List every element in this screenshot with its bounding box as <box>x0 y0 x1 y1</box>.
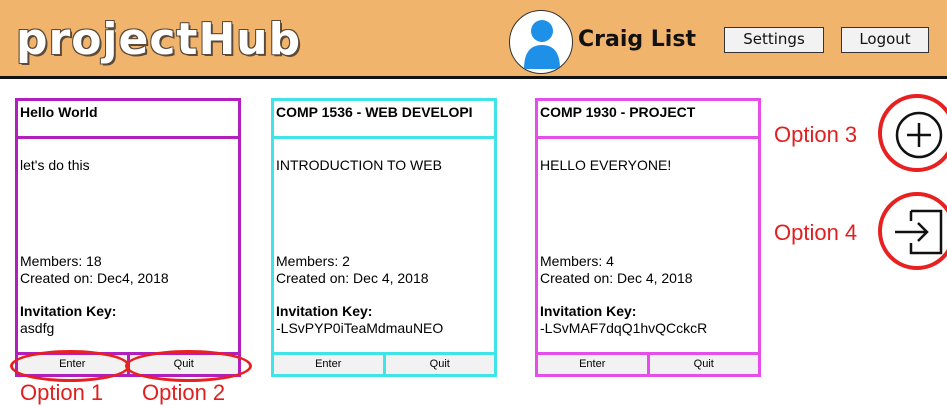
project-created-date: Created on: Dec4, 2018 <box>20 270 169 286</box>
project-card: COMP 1930 - PROJECT HELLO EVERYONE! Memb… <box>535 98 761 377</box>
project-members: Members: 4 <box>540 253 614 269</box>
logout-button[interactable]: Logout <box>841 27 929 53</box>
invitation-key-label: Invitation Key: <box>276 303 373 319</box>
project-description: let's do this <box>20 157 90 173</box>
user-avatar-icon[interactable] <box>509 10 573 74</box>
project-created-date: Created on: Dec 4, 2018 <box>540 270 693 286</box>
project-title: Hello World <box>18 101 238 139</box>
project-title: COMP 1930 - PROJECT <box>538 101 758 139</box>
option4-annotation: Option 4 <box>774 220 858 245</box>
option1-annotation: Option 1 <box>20 380 104 405</box>
enter-button[interactable]: Enter <box>274 355 386 374</box>
card-button-row: Enter Quit <box>274 352 494 374</box>
invitation-key-label: Invitation Key: <box>540 303 637 319</box>
quit-button[interactable]: Quit <box>385 355 494 374</box>
card-button-row: Enter Quit <box>538 352 758 374</box>
top-header: projectHub Craig List Settings Logout <box>0 0 947 79</box>
invitation-key-value: -LSvPYP0iTeaMdmauNEO <box>276 320 444 336</box>
invitation-key-value: asdfg <box>20 320 55 336</box>
invitation-key-label: Invitation Key: <box>20 303 117 319</box>
join-project-button[interactable] <box>893 205 947 259</box>
option3-annotation: Option 3 <box>774 122 858 147</box>
project-members: Members: 18 <box>20 253 102 269</box>
quit-button[interactable]: Quit <box>649 355 758 374</box>
option2-annotation: Option 2 <box>142 380 226 405</box>
settings-button[interactable]: Settings <box>724 27 824 53</box>
app-logo: projectHub <box>16 14 302 65</box>
project-card: Hello World let's do this Members: 18 Cr… <box>15 98 241 377</box>
project-description: HELLO EVERYONE! <box>540 157 672 173</box>
project-description: INTRODUCTION TO WEB <box>276 157 442 173</box>
option1-highlight-ring <box>10 350 130 382</box>
enter-icon <box>895 209 943 255</box>
project-members: Members: 2 <box>276 253 350 269</box>
add-project-button[interactable] <box>893 109 945 161</box>
invitation-key-value: -LSvMAF7dqQ1hvQCckcR <box>540 320 708 336</box>
project-card: COMP 1536 - WEB DEVELOPI INTRODUCTION TO… <box>271 98 497 377</box>
enter-button[interactable]: Enter <box>538 355 650 374</box>
username-label: Craig List <box>578 27 696 52</box>
project-title: COMP 1536 - WEB DEVELOPI <box>274 101 494 139</box>
project-created-date: Created on: Dec 4, 2018 <box>276 270 429 286</box>
plus-circle-icon <box>895 111 943 159</box>
option2-highlight-ring <box>125 350 252 382</box>
